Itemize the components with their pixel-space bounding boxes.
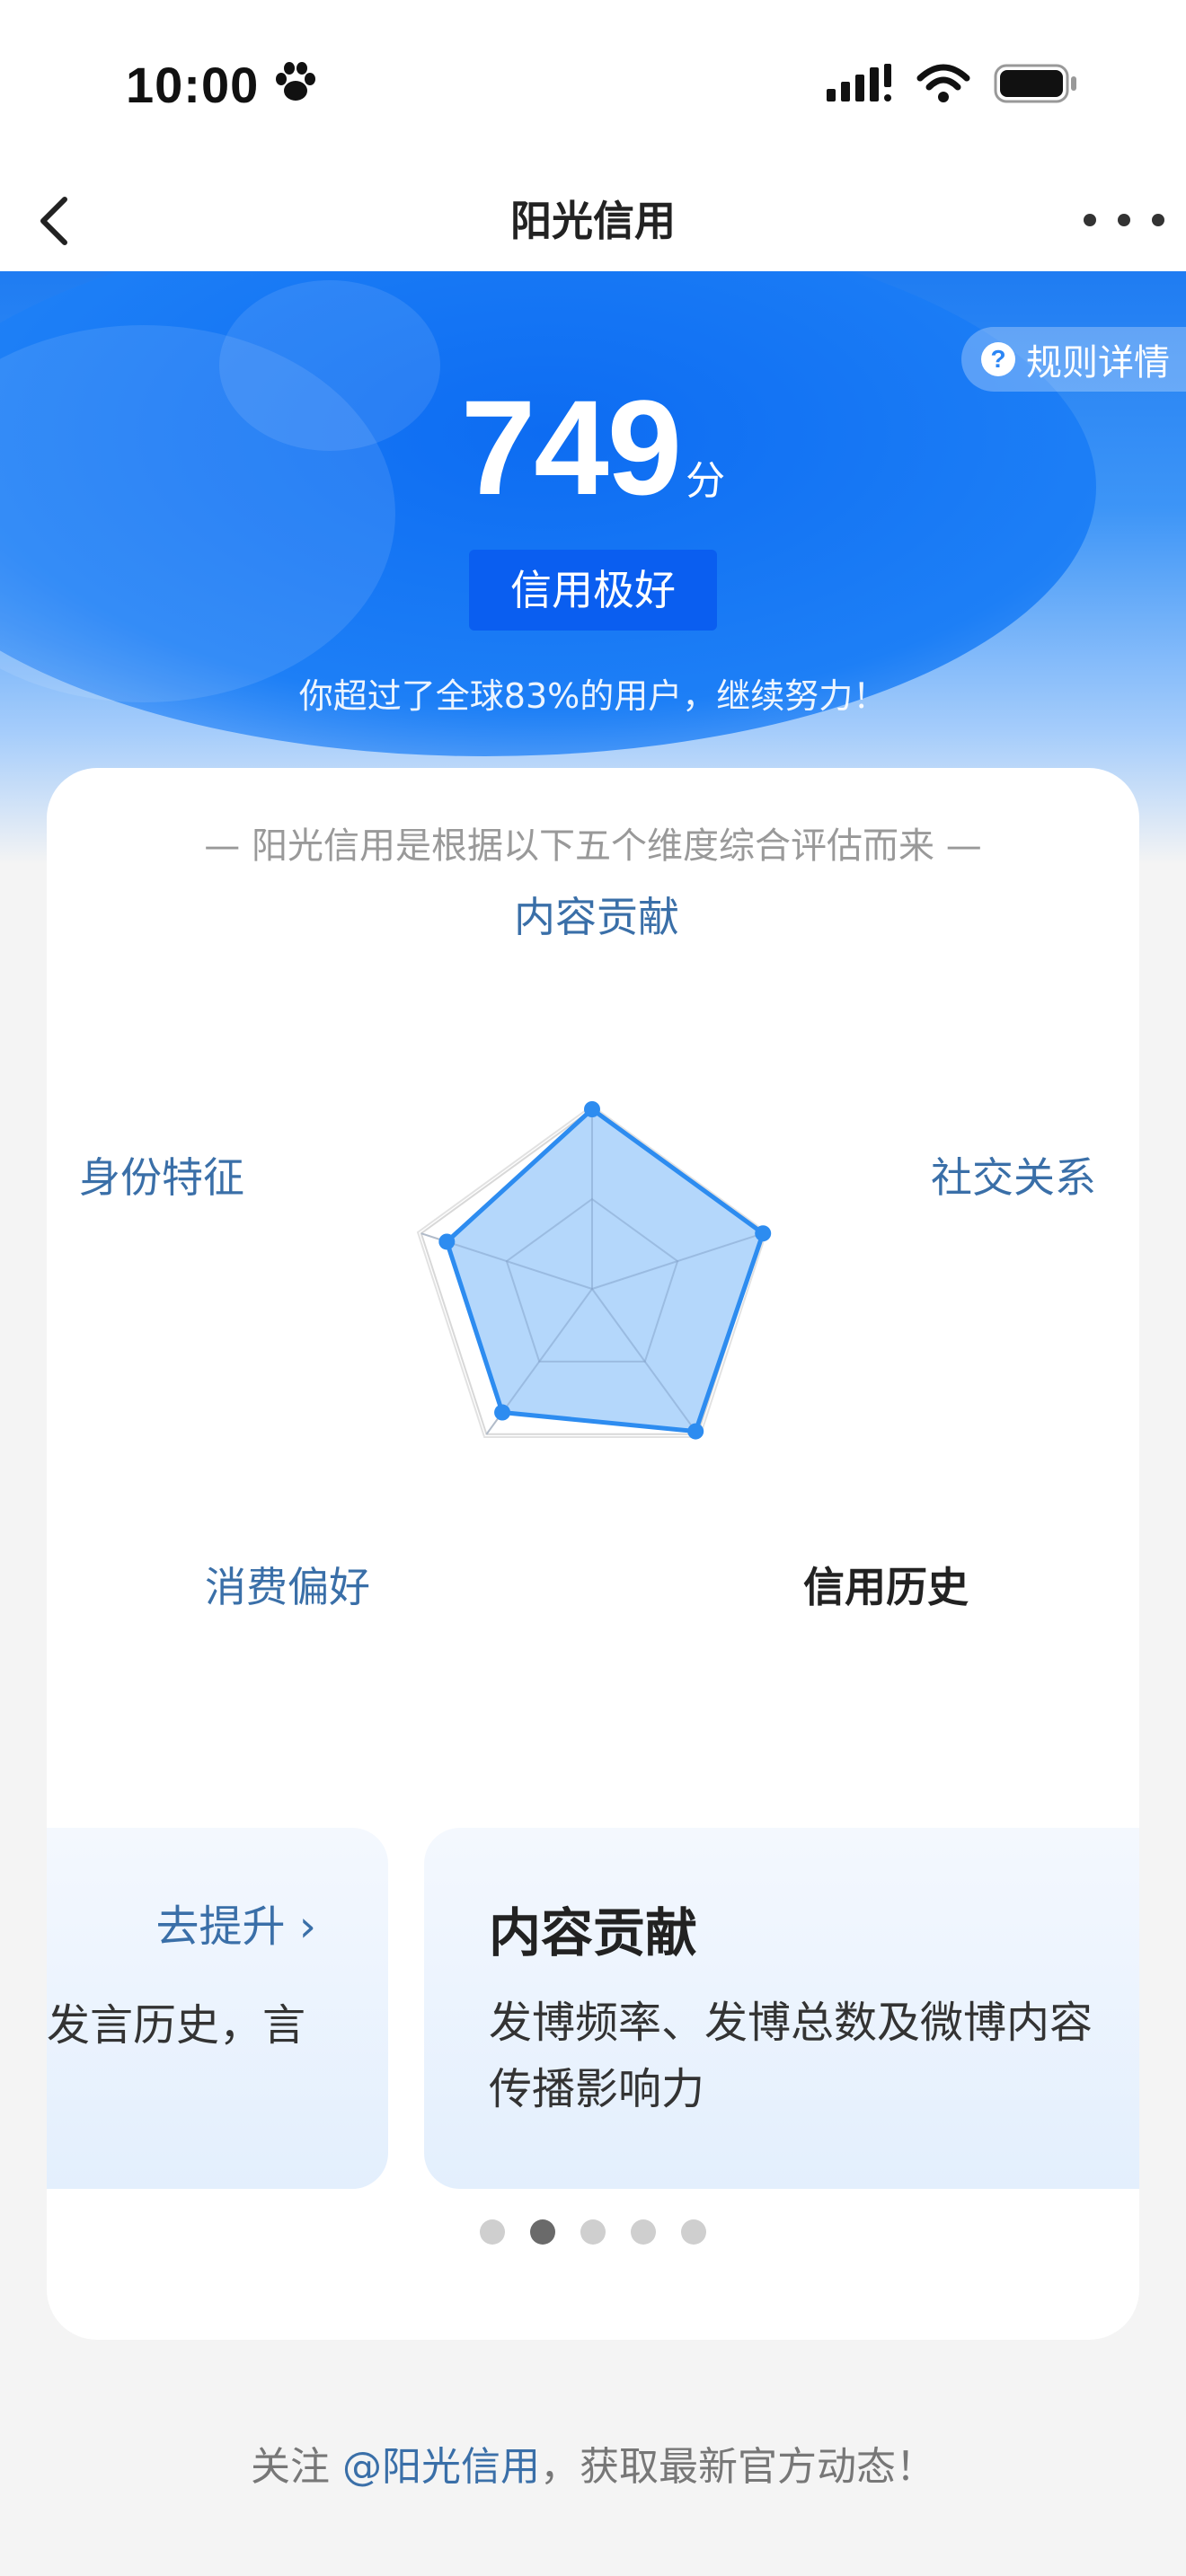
cellular-signal-icon xyxy=(827,64,891,101)
wifi-icon xyxy=(916,64,970,102)
carousel-current-tile[interactable]: 内容贡献 发博频率、发博总数及微博内容 传播影响力 xyxy=(424,1828,1139,2189)
percentile-text: 你超过了全球83%的用户，继续努力！ xyxy=(298,676,888,716)
current-tile-desc: 发博频率、发博总数及微博内容 传播影响力 xyxy=(489,1998,1093,2114)
card-subtitle: — 阳光信用是根据以下五个维度综合评估而来 — xyxy=(204,825,982,867)
page-dot-active[interactable] xyxy=(530,2219,555,2245)
status-time: 10:00 xyxy=(126,57,260,113)
paw-icon xyxy=(276,62,315,101)
page-dot[interactable] xyxy=(681,2219,706,2245)
radar-chart: 内容贡献 社交关系 信用历史 消费偏好 身份特征 xyxy=(47,867,1139,1675)
radar-label-history[interactable]: 信用历史 xyxy=(803,1555,969,1614)
status-bar: 10:00 xyxy=(0,0,1186,171)
battery-icon xyxy=(994,64,1076,103)
carousel-pagination xyxy=(47,2219,1139,2245)
page-dot[interactable] xyxy=(631,2219,656,2245)
more-options-icon[interactable] xyxy=(1084,198,1164,243)
prev-tile-desc: 发言历史，言 xyxy=(47,2000,306,2051)
radar-point xyxy=(584,1101,600,1117)
carousel-prev-tile[interactable]: 去提升 › 发言历史，言 xyxy=(47,1828,388,2189)
current-tile-title: 内容贡献 xyxy=(489,1902,698,1963)
credit-level-badge: 信用极好 xyxy=(469,550,717,631)
improve-link[interactable]: 去提升 › xyxy=(156,1891,316,1954)
score-unit: 分 xyxy=(686,458,726,504)
dimension-card: — 阳光信用是根据以下五个维度综合评估而来 — 内容贡献 社交关系 信用历史 消… xyxy=(47,768,1139,2340)
radar-point xyxy=(438,1233,456,1250)
score-value: 749 xyxy=(460,372,682,523)
credit-score: 749 分 xyxy=(0,370,1186,525)
radar-label-content[interactable]: 内容贡献 xyxy=(514,885,679,944)
radar-data-area xyxy=(444,1107,766,1434)
radar-label-social[interactable]: 社交关系 xyxy=(931,1145,1096,1204)
nav-bar: 阳光信用 xyxy=(0,171,1186,271)
radar-point xyxy=(687,1423,704,1440)
page-dot[interactable] xyxy=(580,2219,606,2245)
radar-label-identity[interactable]: 身份特征 xyxy=(79,1145,244,1204)
radar-point xyxy=(494,1404,511,1421)
footer-follow-text: 关注 @阳光信用，获取最新官方动态！ xyxy=(251,2444,935,2490)
radar-point xyxy=(755,1225,772,1242)
radar-svg xyxy=(416,1101,772,1440)
official-account-link[interactable]: @阳光信用 xyxy=(342,2444,540,2490)
radar-label-consumption[interactable]: 消费偏好 xyxy=(205,1555,370,1614)
page-dot[interactable] xyxy=(480,2219,505,2245)
page-title: 阳光信用 xyxy=(510,197,676,245)
